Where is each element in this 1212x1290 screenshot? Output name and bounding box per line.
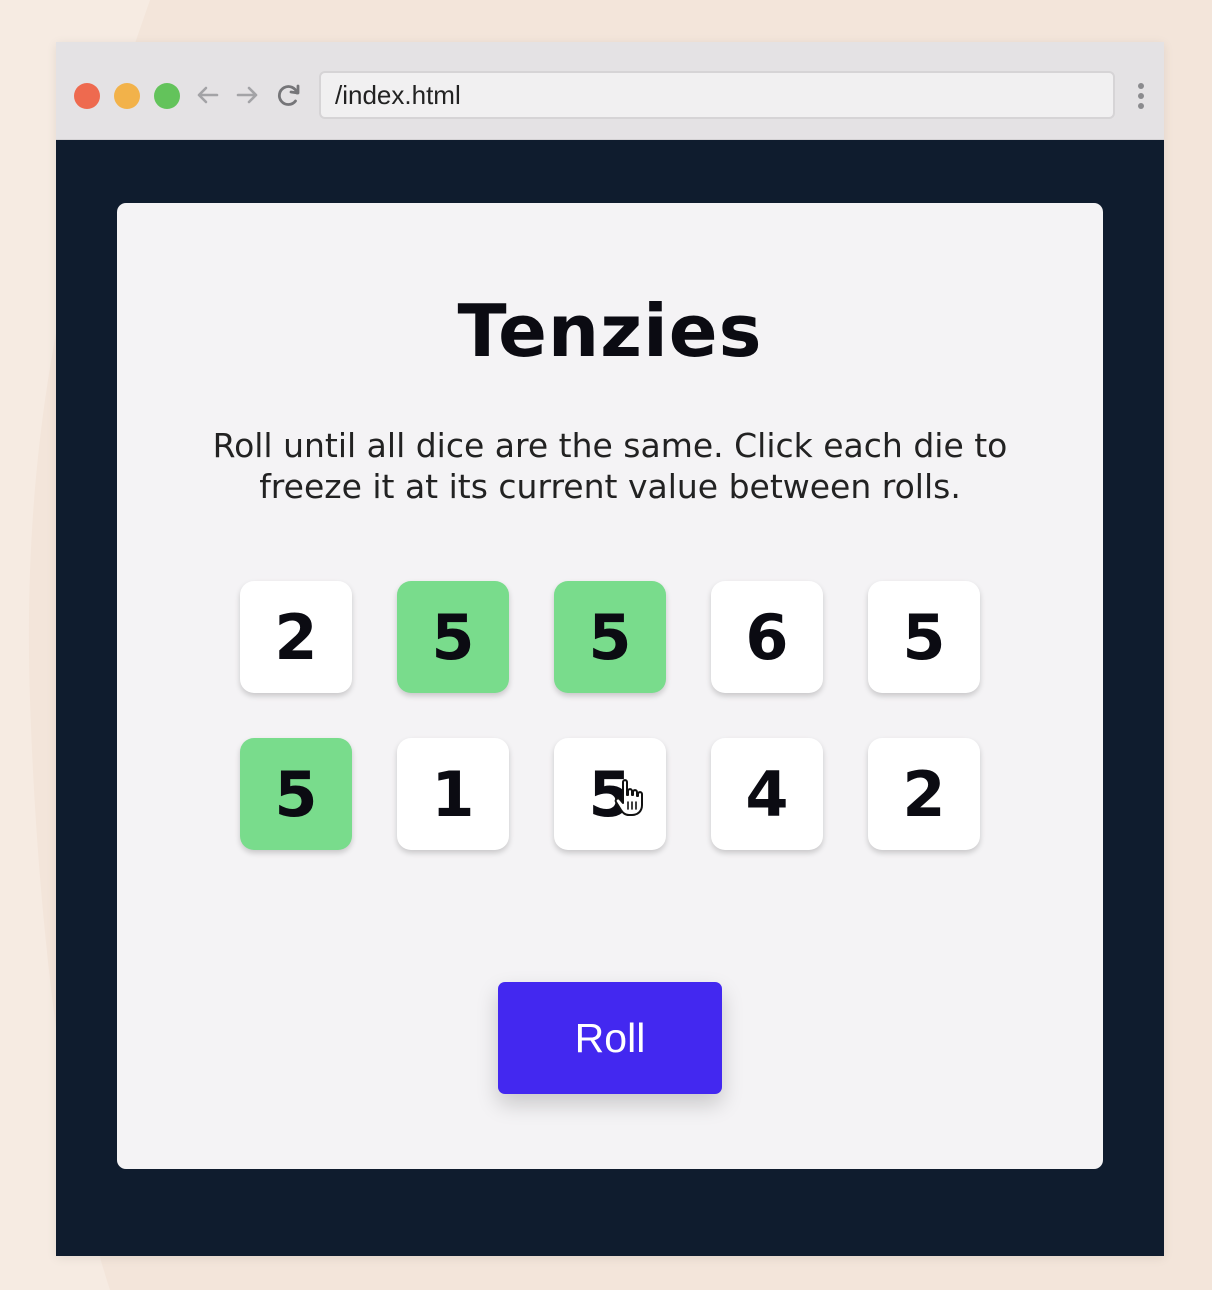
- minimize-window-button[interactable]: [114, 83, 140, 109]
- zoom-window-button[interactable]: [154, 83, 180, 109]
- browser-window: /index.html Tenzies Roll until all dice …: [56, 42, 1164, 1256]
- browser-toolbar: /index.html: [56, 42, 1164, 140]
- die[interactable]: 5: [554, 581, 666, 693]
- die[interactable]: 5: [397, 581, 509, 693]
- die[interactable]: 1: [397, 738, 509, 850]
- die[interactable]: 2: [868, 738, 980, 850]
- close-window-button[interactable]: [74, 83, 100, 109]
- die-value: 5: [588, 757, 632, 831]
- die[interactable]: 4: [711, 738, 823, 850]
- page-viewport: Tenzies Roll until all dice are the same…: [56, 140, 1164, 1256]
- back-arrow-icon[interactable]: [193, 80, 223, 110]
- more-options-icon[interactable]: [1134, 80, 1148, 112]
- address-bar[interactable]: /index.html: [319, 71, 1115, 119]
- reload-icon[interactable]: [274, 80, 304, 110]
- die[interactable]: 5: [240, 738, 352, 850]
- die[interactable]: 2: [240, 581, 352, 693]
- roll-button[interactable]: Roll: [498, 982, 722, 1094]
- die[interactable]: 6: [711, 581, 823, 693]
- dice-grid: 2 5 5 6 5 5 1 5 4 2: [240, 581, 980, 850]
- game-instructions: Roll until all dice are the same. Click …: [212, 426, 1008, 506]
- die[interactable]: 5: [554, 738, 666, 850]
- game-title: Tenzies: [457, 289, 763, 373]
- die[interactable]: 5: [868, 581, 980, 693]
- forward-arrow-icon[interactable]: [232, 80, 262, 110]
- game-card: Tenzies Roll until all dice are the same…: [117, 203, 1103, 1169]
